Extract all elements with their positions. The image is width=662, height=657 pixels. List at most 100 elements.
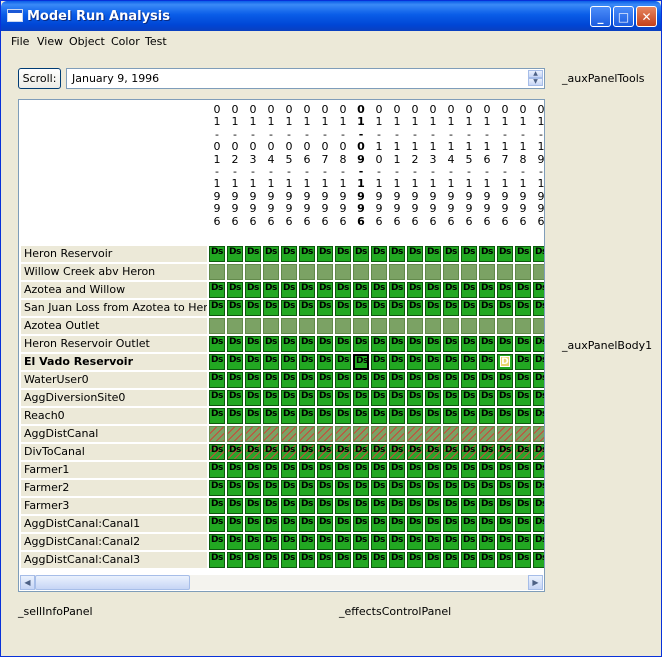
grid-cell[interactable]: Ds — [353, 534, 369, 550]
grid-cell[interactable]: Ds — [227, 444, 243, 460]
grid-cell[interactable]: Ds — [389, 372, 405, 388]
grid-cell[interactable]: Ds — [245, 282, 261, 298]
grid-cell[interactable] — [263, 264, 279, 280]
grid-cell[interactable]: Ds — [317, 336, 333, 352]
grid-cell[interactable]: Ds — [353, 354, 369, 370]
grid-cell[interactable]: Ds — [425, 534, 441, 550]
grid-cell[interactable]: Ds — [515, 552, 531, 568]
grid-cell[interactable]: Ds — [407, 354, 423, 370]
grid-cell[interactable]: Ds — [335, 300, 351, 316]
grid-cell[interactable]: Ds — [479, 336, 495, 352]
grid-cell[interactable]: Ds — [281, 246, 297, 262]
grid-cell[interactable]: Ds — [443, 462, 459, 478]
grid-cell[interactable]: Ds — [461, 498, 477, 514]
grid-cell[interactable]: Ds — [443, 282, 459, 298]
grid-cell[interactable] — [497, 426, 513, 442]
grid-cell[interactable]: Ds — [515, 498, 531, 514]
grid-cell[interactable]: Ds — [515, 246, 531, 262]
grid-cell[interactable]: Ds — [371, 354, 387, 370]
grid-cell[interactable]: Ds — [335, 480, 351, 496]
grid-cell[interactable]: Ds — [317, 246, 333, 262]
grid-cell[interactable]: Ds — [281, 480, 297, 496]
grid-cell[interactable]: Ds — [425, 516, 441, 532]
grid-cell[interactable]: Ds — [371, 552, 387, 568]
grid-cell[interactable]: Ds — [461, 480, 477, 496]
row-label[interactable]: AggDistCanal — [21, 426, 207, 443]
grid-cell[interactable]: Ds — [479, 552, 495, 568]
grid-cell[interactable]: Ds — [245, 408, 261, 424]
grid-cell[interactable]: Ds — [461, 408, 477, 424]
grid-cell[interactable]: Ds — [425, 480, 441, 496]
date-spinner-field[interactable]: January 9, 1996 ▲ ▼ — [66, 68, 545, 89]
grid-cell[interactable]: Ds — [515, 516, 531, 532]
grid-cell[interactable]: Ds — [533, 444, 544, 460]
grid-cell[interactable]: Ds — [407, 246, 423, 262]
grid-cell[interactable]: Ds — [497, 534, 513, 550]
grid-cell[interactable]: Ds — [263, 444, 279, 460]
grid-cell[interactable]: Ds — [299, 372, 315, 388]
grid-cell[interactable]: Ds — [227, 408, 243, 424]
grid-cell[interactable]: Ds — [407, 516, 423, 532]
grid-cell[interactable]: Ds — [335, 390, 351, 406]
grid-cell[interactable]: Ds — [533, 480, 544, 496]
grid-cell[interactable]: Ds — [479, 462, 495, 478]
grid-cell[interactable]: Ds — [263, 246, 279, 262]
grid-cell[interactable]: Ds — [299, 444, 315, 460]
grid-cell[interactable]: Ds — [479, 246, 495, 262]
grid-cell[interactable]: Ds — [263, 282, 279, 298]
grid-cell[interactable]: Ds — [227, 462, 243, 478]
grid-cell[interactable] — [317, 426, 333, 442]
grid-cell[interactable]: Ds — [335, 534, 351, 550]
column-header[interactable]: 01-12-1996 — [407, 103, 423, 228]
grid-cell[interactable]: Ds — [479, 282, 495, 298]
grid-cell[interactable] — [443, 318, 459, 334]
grid-cell[interactable]: Ds — [227, 390, 243, 406]
grid-cell[interactable]: Ds — [335, 498, 351, 514]
grid-cell[interactable]: Ds — [281, 462, 297, 478]
grid-cell[interactable]: Ds — [515, 390, 531, 406]
menu-test[interactable]: Test — [145, 35, 167, 48]
grid-cell[interactable]: Ds — [497, 516, 513, 532]
row-label[interactable]: WaterUser0 — [21, 372, 207, 389]
grid-cell[interactable]: Ds — [299, 354, 315, 370]
grid-cell[interactable]: Ds — [479, 354, 495, 370]
grid-cell[interactable]: Ds — [209, 408, 225, 424]
grid-cell[interactable] — [533, 318, 544, 334]
grid-cell[interactable]: Ds — [227, 516, 243, 532]
grid-cell[interactable] — [299, 318, 315, 334]
grid-cell[interactable]: Ds — [335, 246, 351, 262]
grid-cell[interactable]: Ds — [245, 462, 261, 478]
grid-cell[interactable]: Ds — [479, 480, 495, 496]
grid-cell[interactable] — [371, 426, 387, 442]
grid-cell[interactable] — [335, 318, 351, 334]
grid-cell[interactable] — [263, 426, 279, 442]
grid-cell[interactable]: Ds — [389, 390, 405, 406]
grid-cell[interactable] — [245, 318, 261, 334]
grid-cell[interactable]: Ds — [335, 552, 351, 568]
grid-cell[interactable]: Ds — [317, 462, 333, 478]
grid-cell[interactable]: Ds — [245, 300, 261, 316]
grid-cell[interactable]: Ds — [407, 444, 423, 460]
grid-cell[interactable]: Ds — [497, 498, 513, 514]
grid-cell[interactable]: Ds — [497, 372, 513, 388]
grid-cell[interactable]: Ds — [335, 336, 351, 352]
maximize-button[interactable]: □ — [613, 6, 634, 27]
grid-cell[interactable]: Ds — [317, 354, 333, 370]
grid-cell[interactable] — [353, 318, 369, 334]
grid-cell[interactable]: Ds — [353, 552, 369, 568]
grid-cell[interactable]: Ds — [407, 336, 423, 352]
grid-cell[interactable]: Ds — [209, 300, 225, 316]
grid-cell[interactable]: Ds — [263, 480, 279, 496]
grid-cell[interactable]: Ds — [209, 462, 225, 478]
grid-cell[interactable]: Ds — [461, 246, 477, 262]
grid-cell[interactable] — [353, 264, 369, 280]
minimize-button[interactable]: _ — [590, 6, 611, 27]
grid-cell[interactable]: Ds — [263, 498, 279, 514]
menu-file[interactable]: File — [11, 35, 29, 48]
grid-cell[interactable]: Ds — [479, 408, 495, 424]
scroll-right-icon[interactable]: ▶ — [528, 575, 543, 590]
grid-cell[interactable]: Ds — [533, 354, 544, 370]
grid-cell[interactable]: Ds — [299, 552, 315, 568]
column-header[interactable]: 01-01-1996 — [209, 103, 225, 228]
grid-cell[interactable]: Ds — [335, 444, 351, 460]
